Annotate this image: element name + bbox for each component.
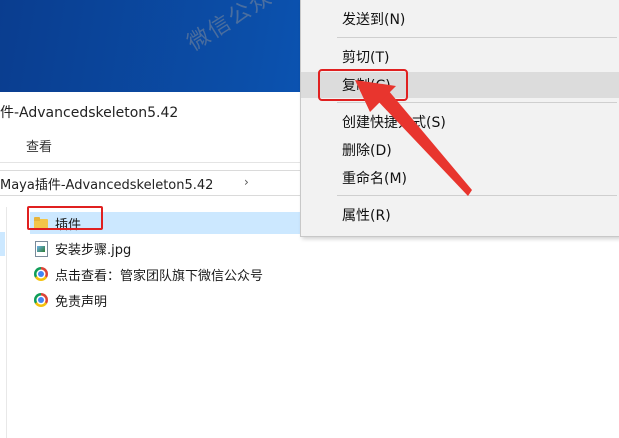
- list-item[interactable]: 免责声明: [30, 289, 300, 311]
- menu-separator: [337, 102, 617, 103]
- image-file-icon: [33, 240, 49, 257]
- copy-highlight-box: [318, 69, 408, 101]
- list-item[interactable]: 安装步骤.jpg: [30, 237, 300, 259]
- chevron-right-icon[interactable]: ›: [244, 175, 249, 189]
- folder-highlight-box: [27, 206, 103, 230]
- tab-view[interactable]: 查看: [26, 136, 52, 155]
- menu-item-properties[interactable]: 属性(R): [301, 202, 619, 228]
- menu-separator: [337, 37, 617, 38]
- menu-item-rename[interactable]: 重命名(M): [301, 165, 619, 191]
- list-item[interactable]: 点击查看：管家团队旗下微信公众号: [30, 263, 300, 285]
- menu-separator: [337, 195, 617, 196]
- file-name: 点击查看：管家团队旗下微信公众号: [55, 268, 264, 284]
- address-bar[interactable]: Maya插件-Advancedskeleton5.42 ›: [0, 170, 300, 196]
- menu-item-delete[interactable]: 删除(D): [301, 137, 619, 163]
- chrome-icon: [33, 292, 49, 308]
- chrome-icon: [33, 266, 49, 282]
- navigation-pane-selection[interactable]: [0, 232, 5, 256]
- context-menu: 发送到(N) 剪切(T) 复制(C) 创建快捷方式(S) 删除(D) 重命名(M…: [300, 0, 619, 237]
- menu-item-send-to[interactable]: 发送到(N): [301, 6, 619, 32]
- file-name: 免责声明: [55, 294, 108, 310]
- file-name: 安装步骤.jpg: [55, 242, 132, 258]
- menu-item-cut[interactable]: 剪切(T): [301, 44, 619, 70]
- address-path[interactable]: Maya插件-Advancedskeleton5.42: [0, 174, 213, 193]
- menu-item-create-shortcut[interactable]: 创建快捷方式(S): [301, 109, 619, 135]
- window-title: 件-Advancedskeleton5.42: [0, 105, 179, 121]
